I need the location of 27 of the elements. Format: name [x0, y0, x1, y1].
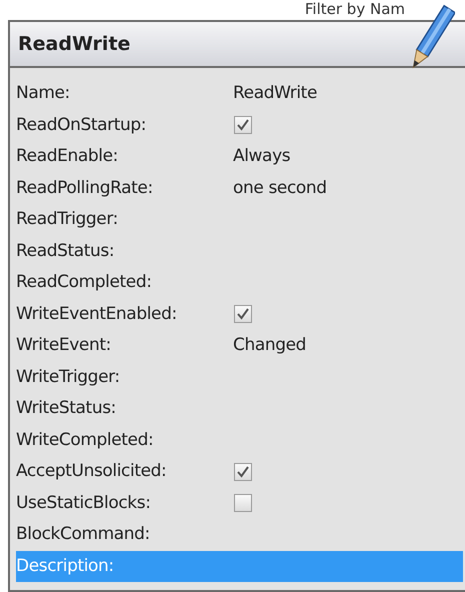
property-label: ReadOnStartup: — [16, 114, 148, 136]
selected-row[interactable]: Description: — [16, 550, 463, 582]
property-label: WriteEventEnabled: — [16, 302, 178, 326]
property-label: ReadEnable: — [16, 145, 119, 168]
property-label: WriteEvent: — [16, 334, 112, 357]
property-value: Always — [233, 145, 290, 168]
checkbox[interactable] — [234, 305, 252, 324]
property-label: ReadCompleted: — [16, 271, 153, 294]
filter-label: Filter by Nam — [304, 0, 405, 20]
property-label: Description: — [16, 554, 115, 578]
property-label: ReadPollingRate: — [16, 176, 154, 200]
property-value: Changed — [233, 334, 306, 357]
property-label: Name: — [16, 82, 71, 105]
checkbox[interactable] — [234, 462, 252, 481]
checkbox[interactable] — [234, 116, 252, 134]
property-label: WriteStatus: — [16, 397, 117, 420]
property-label: AcceptUnsolicited: — [16, 460, 168, 483]
panel-title: ReadWrite — [18, 32, 130, 57]
property-label: WriteCompleted: — [16, 428, 154, 452]
checkbox[interactable] — [234, 494, 252, 512]
property-label: UseStaticBlocks: — [16, 492, 152, 514]
property-label: ReadStatus: — [16, 240, 116, 262]
property-value: one second — [233, 176, 327, 200]
property-label: ReadTrigger: — [16, 208, 119, 231]
property-value: ReadWrite — [233, 82, 317, 105]
property-label: WriteTrigger: — [16, 366, 121, 388]
property-label: BlockCommand: — [16, 523, 151, 546]
